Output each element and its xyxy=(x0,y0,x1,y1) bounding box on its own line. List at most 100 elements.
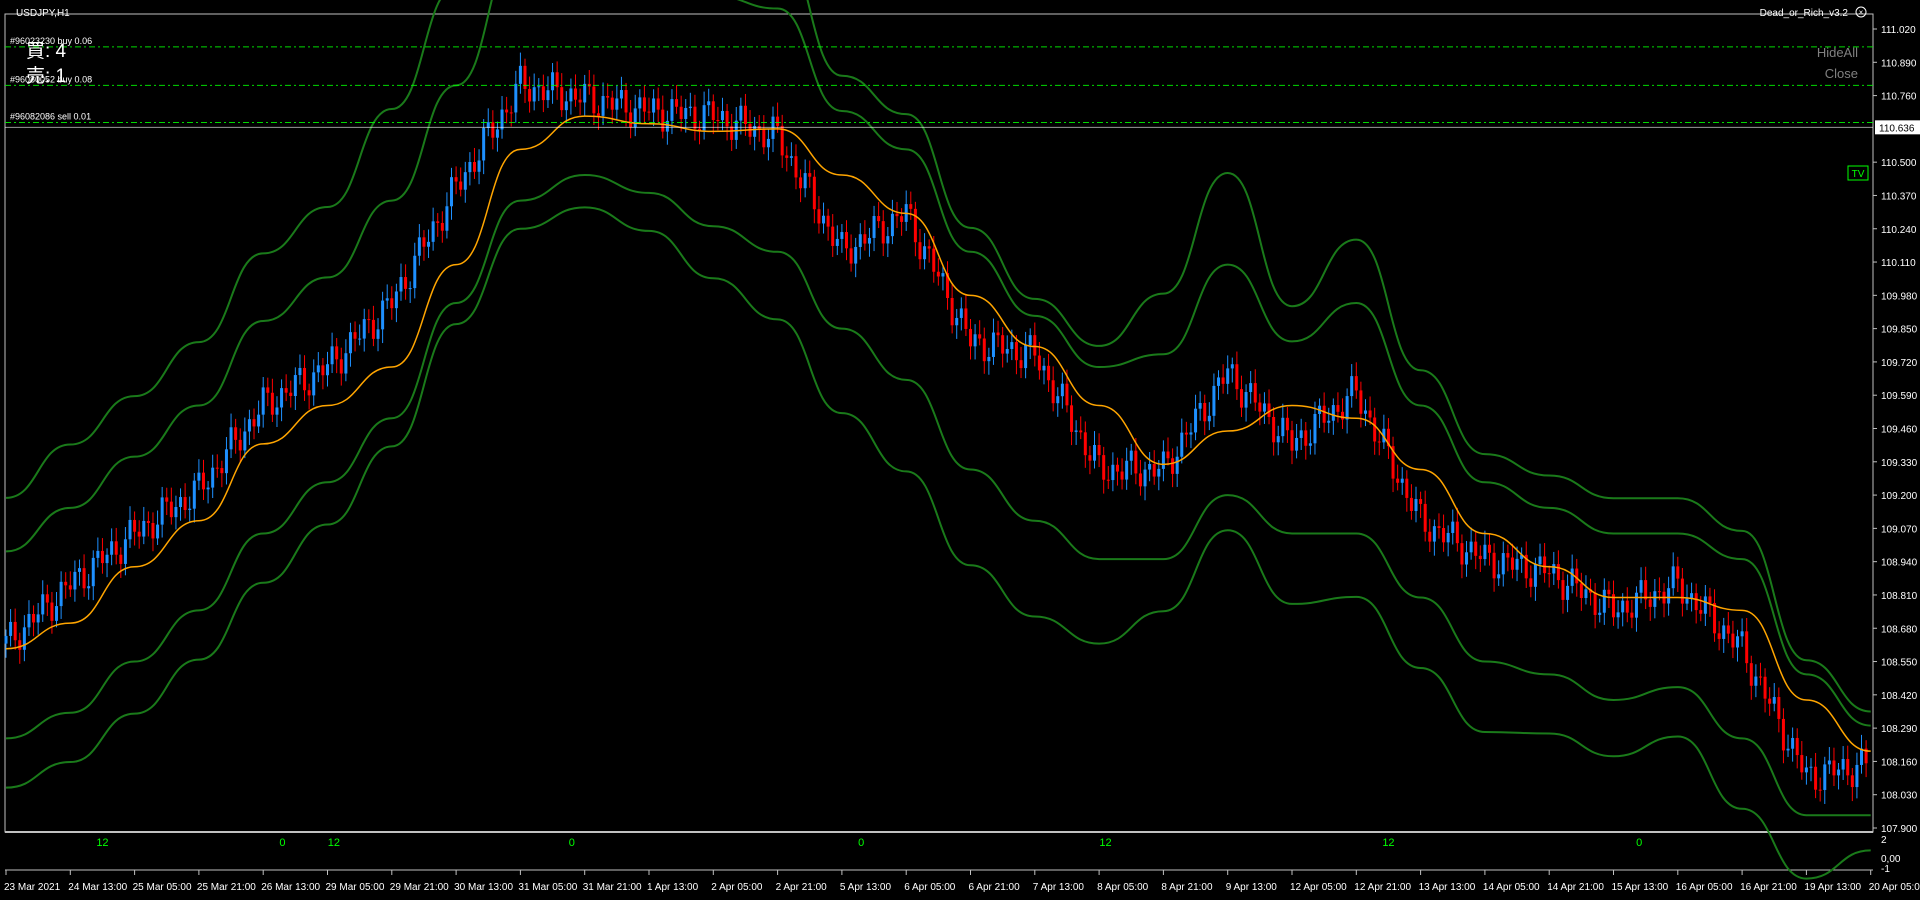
candle-body xyxy=(1469,541,1473,553)
sub-indicator-value: 12 xyxy=(1099,837,1111,849)
candle-body xyxy=(4,635,8,644)
candle-body xyxy=(578,99,582,103)
candle-body xyxy=(1125,460,1129,480)
candle-body xyxy=(1478,555,1482,560)
candle-body xyxy=(720,110,724,121)
candle-body xyxy=(436,221,440,223)
candle-body xyxy=(1428,531,1432,542)
candle-body xyxy=(1492,552,1496,579)
candle-body xyxy=(854,246,858,264)
close-button[interactable]: Close xyxy=(1825,66,1858,81)
candle-body xyxy=(1308,443,1312,446)
candle-body xyxy=(110,541,114,555)
time-tick-label: 30 Mar 13:00 xyxy=(454,882,513,893)
candle-body xyxy=(50,602,54,621)
time-tick-label: 14 Apr 05:00 xyxy=(1483,882,1540,893)
candle-body xyxy=(123,539,127,564)
candle-body xyxy=(316,365,320,373)
candle-body xyxy=(918,242,922,260)
candle-body xyxy=(991,332,995,357)
candle-body xyxy=(206,487,210,490)
candle-body xyxy=(1722,625,1726,639)
candle-body xyxy=(863,234,867,244)
candle-body xyxy=(909,204,913,209)
time-tick-label: 13 Apr 13:00 xyxy=(1419,882,1476,893)
sub-axis-label: 2 xyxy=(1881,835,1887,846)
candle-body xyxy=(454,177,458,182)
candle-body xyxy=(91,557,95,587)
candle-body xyxy=(491,122,495,138)
indicator-label: Dead_or_Rich_v3.2 xyxy=(1760,8,1849,19)
candle-body xyxy=(1129,450,1133,461)
candle-body xyxy=(927,246,931,249)
hide-all-button[interactable]: HideAll xyxy=(1817,45,1858,60)
candle-body xyxy=(197,472,201,481)
price-tick-label: 108.030 xyxy=(1881,791,1918,802)
candle-body xyxy=(18,640,22,650)
price-chart[interactable]: #95997403 buy 0.03#96023230 buy 0.06#960… xyxy=(0,0,1920,900)
candle-body xyxy=(390,298,394,309)
candle-body xyxy=(1221,377,1225,384)
candle-body xyxy=(1487,544,1491,553)
candle-body xyxy=(1740,631,1744,637)
candle-body xyxy=(1157,468,1161,477)
candle-body xyxy=(808,173,812,177)
candle-body xyxy=(100,550,104,564)
candle-body xyxy=(1258,402,1262,412)
candle-body xyxy=(1860,748,1864,765)
candle-body xyxy=(32,613,36,623)
time-tick-label: 16 Apr 05:00 xyxy=(1676,882,1733,893)
candle-body xyxy=(1832,760,1836,776)
candle-body xyxy=(1809,766,1813,768)
candle-body xyxy=(468,162,472,173)
price-tick-label: 107.900 xyxy=(1881,824,1918,835)
time-tick-label: 6 Apr 05:00 xyxy=(904,882,956,893)
candle-body xyxy=(1014,342,1018,361)
candle-body xyxy=(1262,403,1266,412)
sub-axis-label: -1 xyxy=(1881,864,1890,875)
candle-body xyxy=(532,87,536,102)
candle-body xyxy=(826,215,830,227)
candle-body xyxy=(417,237,421,256)
candle-body xyxy=(913,208,917,243)
candle-body xyxy=(1657,591,1661,593)
candle-body xyxy=(1483,544,1487,560)
candle-body xyxy=(45,594,49,603)
candle-body xyxy=(1455,521,1459,544)
svg-text:TV: TV xyxy=(1852,169,1865,180)
buy-counter: 買: 4 xyxy=(26,41,67,62)
time-tick-label: 2 Apr 05:00 xyxy=(711,882,763,893)
candle-body xyxy=(1304,430,1308,446)
time-tick-label: 26 Mar 13:00 xyxy=(261,882,320,893)
candle-body xyxy=(1731,633,1735,648)
candle-body xyxy=(1359,390,1363,414)
candle-body xyxy=(353,332,357,339)
candle-body xyxy=(1148,463,1152,470)
candle-body xyxy=(895,213,899,217)
candle-body xyxy=(1203,402,1207,422)
candle-body xyxy=(1010,342,1014,349)
candle-body xyxy=(73,571,77,590)
candle-body xyxy=(1855,764,1859,788)
candle-body xyxy=(1566,585,1570,600)
candle-body xyxy=(238,439,242,451)
candle-body xyxy=(941,273,945,277)
candle-body xyxy=(1239,389,1243,408)
candle-body xyxy=(1634,592,1638,618)
svg-text:×: × xyxy=(1859,8,1864,17)
price-tick-label: 109.330 xyxy=(1881,458,1918,469)
candle-body xyxy=(358,338,362,340)
candle-body xyxy=(445,206,449,231)
price-tick-label: 109.200 xyxy=(1881,491,1918,502)
candle-body xyxy=(890,213,894,237)
candle-body xyxy=(518,65,522,84)
candle-body xyxy=(1088,455,1092,461)
candle-body xyxy=(27,613,31,628)
time-tick-label: 12 Apr 21:00 xyxy=(1354,882,1411,893)
candle-body xyxy=(224,449,228,474)
candle-body xyxy=(716,120,720,122)
candle-body xyxy=(1138,473,1142,487)
candle-body xyxy=(1703,596,1707,614)
candle-body xyxy=(321,365,325,376)
sub-indicator-value: 12 xyxy=(328,837,340,849)
